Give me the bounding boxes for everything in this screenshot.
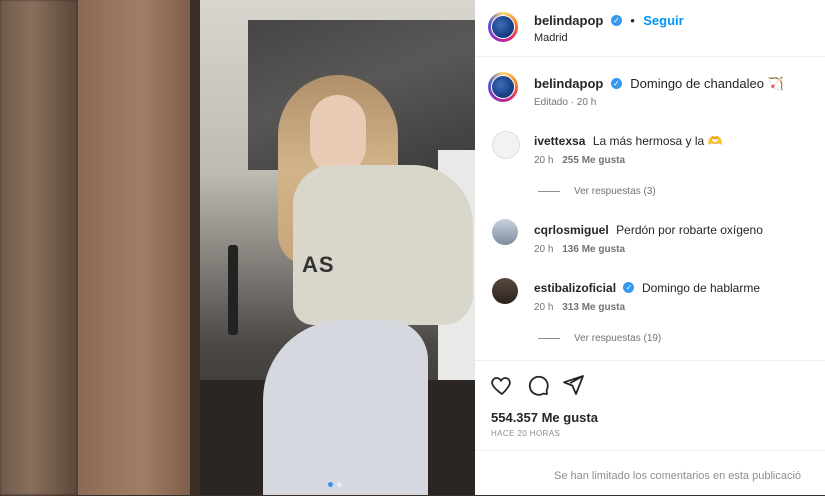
comment: cqrlosmiguel Perdón por robarte oxígeno bbox=[534, 221, 763, 239]
post-side-panel: belindapop ✓ • Seguir Madrid belindapop … bbox=[475, 0, 825, 495]
comment-time[interactable]: 20 h bbox=[534, 244, 553, 255]
post-timestamp[interactable]: HACE 20 HORAS bbox=[491, 429, 560, 438]
comment-likes[interactable]: 313 Me gusta bbox=[562, 302, 625, 313]
comment-text: La más hermosa y la 🫶 bbox=[592, 134, 723, 148]
post-header: belindapop ✓ • Seguir Madrid bbox=[475, 0, 825, 57]
comment-username[interactable]: estibalizoficial bbox=[534, 281, 616, 295]
replies-line bbox=[538, 337, 560, 339]
comment-likes[interactable]: 255 Me gusta bbox=[562, 155, 625, 166]
comment: estibalizoficial ✓ Domingo de hablarme bbox=[534, 279, 760, 297]
comment-avatar[interactable] bbox=[492, 278, 518, 304]
comment-text: Perdón por robarte oxígeno bbox=[616, 223, 763, 237]
carousel-dot bbox=[337, 482, 342, 487]
photo-person-sweatshirt bbox=[293, 165, 473, 325]
comment-avatar[interactable] bbox=[492, 219, 518, 245]
photo-door bbox=[78, 0, 196, 495]
carousel-dot bbox=[328, 482, 333, 487]
view-replies-button[interactable]: Ver respuestas (3) bbox=[538, 186, 656, 197]
caption-username[interactable]: belindapop bbox=[534, 76, 603, 91]
carousel-dots bbox=[328, 482, 342, 487]
photo-person-face bbox=[310, 95, 366, 175]
post-location[interactable]: Madrid bbox=[534, 32, 568, 44]
comment-meta: 20 h 313 Me gusta bbox=[534, 302, 625, 313]
author-username[interactable]: belindapop bbox=[534, 13, 603, 28]
replies-line bbox=[538, 190, 560, 192]
photo-person-pants bbox=[263, 320, 428, 495]
comments-limited-notice: Se han limitado los comentarios en esta … bbox=[554, 470, 802, 482]
likes-count[interactable]: 554.357 Me gusta bbox=[491, 410, 598, 425]
comment-time[interactable]: 20 h bbox=[534, 302, 553, 313]
view-replies-button[interactable]: Ver respuestas (19) bbox=[538, 333, 661, 344]
post-photo[interactable]: AS › bbox=[78, 0, 475, 495]
share-icon[interactable] bbox=[561, 373, 585, 397]
comment-icon[interactable] bbox=[526, 373, 550, 397]
caption-avatar[interactable] bbox=[488, 72, 518, 102]
view-replies-label: Ver respuestas (3) bbox=[574, 186, 656, 197]
photo-sweatshirt-print: AS bbox=[302, 252, 335, 277]
comment-username[interactable]: ivettexsa bbox=[534, 134, 585, 148]
author-avatar[interactable] bbox=[488, 12, 518, 42]
comment-username[interactable]: cqrlosmiguel bbox=[534, 223, 609, 237]
caption-meta: Editado · 20 h bbox=[534, 97, 597, 108]
author-line: belindapop ✓ • Seguir bbox=[534, 12, 684, 30]
photo-door-edge bbox=[190, 0, 200, 495]
photo-door-handle bbox=[228, 245, 238, 335]
dot-separator: • bbox=[630, 13, 635, 28]
comment-meta: 20 h 136 Me gusta bbox=[534, 244, 625, 255]
verified-icon: ✓ bbox=[610, 15, 622, 27]
follow-button[interactable]: Seguir bbox=[643, 13, 683, 28]
verified-icon: ✓ bbox=[610, 78, 622, 90]
comment-text: Domingo de hablarme bbox=[641, 281, 761, 295]
comment-time[interactable]: 20 h bbox=[534, 155, 553, 166]
comment: ivettexsa La más hermosa y la 🫶 bbox=[534, 132, 722, 150]
divider bbox=[475, 450, 825, 451]
caption: belindapop ✓ Domingo de chandaleo 🏹 bbox=[534, 75, 784, 93]
view-replies-label: Ver respuestas (19) bbox=[574, 333, 662, 344]
comment-likes[interactable]: 136 Me gusta bbox=[562, 244, 625, 255]
comment-meta: 20 h 255 Me gusta bbox=[534, 155, 625, 166]
comment-avatar[interactable] bbox=[492, 131, 520, 159]
verified-icon: ✓ bbox=[623, 282, 635, 294]
heart-icon[interactable] bbox=[490, 373, 514, 397]
caption-text: Domingo de chandaleo 🏹 bbox=[630, 76, 784, 91]
blurred-background bbox=[0, 0, 78, 495]
